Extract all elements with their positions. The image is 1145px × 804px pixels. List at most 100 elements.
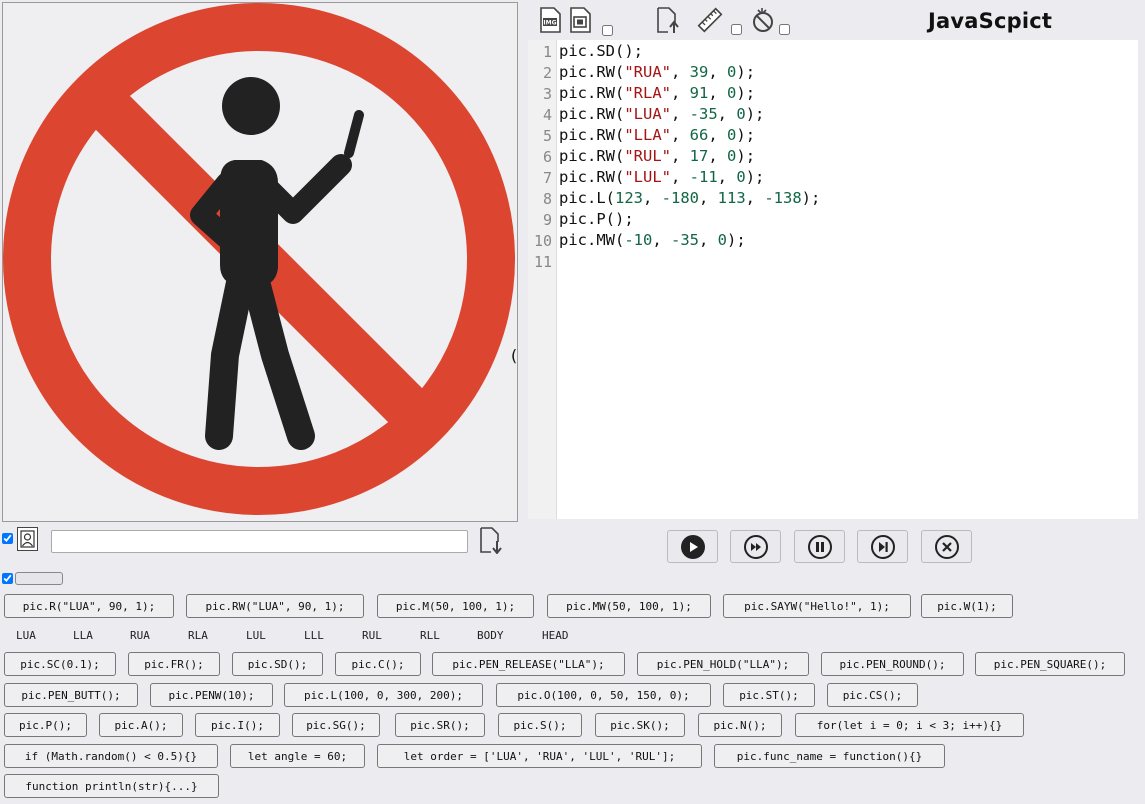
no-touch-checkbox[interactable] [779, 24, 790, 35]
snippet-button[interactable]: pic.N(); [698, 713, 782, 737]
code-token: , [708, 63, 728, 81]
code-line[interactable]: pic.RW("RUA", 39, 0); [559, 63, 755, 81]
line-number: 10 [533, 232, 552, 250]
ruler-checkbox[interactable] [731, 24, 742, 35]
code-number: 0 [736, 105, 746, 123]
file-download-icon[interactable] [478, 526, 504, 555]
play-button[interactable] [667, 530, 718, 563]
snippet-button[interactable]: pic.CS(); [827, 683, 918, 707]
line-number: 2 [542, 64, 552, 82]
snippet-button[interactable]: pic.MW(50, 100, 1); [547, 594, 711, 618]
code-token: pic.L( [559, 189, 615, 207]
code-line[interactable]: pic.RW("LLA", 66, 0); [559, 126, 755, 144]
code-string: "RUL" [624, 147, 671, 165]
film-file-icon[interactable] [566, 6, 594, 34]
code-line[interactable]: pic.MW(-10, -35, 0); [559, 231, 746, 249]
snippet-button[interactable]: pic.SAYW("Hello!", 1); [723, 594, 911, 618]
code-number: 66 [689, 126, 709, 144]
code-number: 113 [717, 189, 746, 207]
portrait-icon[interactable] [17, 527, 38, 551]
pause-icon [807, 534, 832, 559]
snippet-button[interactable]: pic.PENW(10); [150, 683, 273, 707]
small-toggle-button[interactable] [15, 572, 63, 585]
part-label-rll[interactable]: RLL [420, 629, 440, 642]
snippet-button[interactable]: pic.L(100, 0, 300, 200); [284, 683, 483, 707]
snippet-button[interactable]: let order = ['LUA', 'RUA', 'LUL', 'RUL']… [377, 744, 702, 768]
snippet-button[interactable]: pic.W(1); [921, 594, 1013, 618]
snippet-button[interactable]: pic.M(50, 100, 1); [377, 594, 534, 618]
part-label-rla[interactable]: RLA [188, 629, 208, 642]
snippet-button[interactable]: pic.FR(); [128, 652, 220, 676]
code-line[interactable]: pic.SD(); [559, 42, 643, 60]
part-label-lua[interactable]: LUA [16, 629, 36, 642]
code-token: ); [736, 126, 756, 144]
second-checkbox[interactable] [2, 573, 13, 584]
code-token: pic.P(); [559, 210, 634, 228]
file-upload-icon[interactable] [654, 6, 682, 34]
part-label-lll[interactable]: LLL [304, 629, 324, 642]
code-number: 0 [717, 231, 728, 249]
snippet-button[interactable]: pic.S(); [498, 713, 582, 737]
snippet-button[interactable]: pic.P(); [4, 713, 87, 737]
snippet-button[interactable]: for(let i = 0; i < 3; i++){} [795, 713, 1024, 737]
drawing-canvas[interactable] [2, 2, 518, 522]
part-label-lla[interactable]: LLA [73, 629, 93, 642]
snippet-button[interactable]: pic.SG(); [292, 713, 380, 737]
part-label-rua[interactable]: RUA [130, 629, 150, 642]
snippet-button[interactable]: pic.PEN_ROUND(); [821, 652, 964, 676]
part-label-body[interactable]: BODY [477, 629, 504, 642]
snippet-button[interactable]: pic.I(); [195, 713, 280, 737]
code-line[interactable]: pic.P(); [559, 210, 634, 228]
code-line[interactable]: pic.RW("LUL", -11, 0); [559, 168, 764, 186]
stop-button[interactable] [921, 530, 972, 563]
snippet-button[interactable]: pic.C(); [335, 652, 421, 676]
snippet-button[interactable]: pic.SC(0.1); [4, 652, 116, 676]
film-checkbox[interactable] [602, 25, 613, 36]
code-token: , [717, 168, 737, 186]
snippet-button[interactable]: if (Math.random() < 0.5){} [4, 744, 218, 768]
snippet-button[interactable]: pic.PEN_RELEASE("LLA"); [432, 652, 625, 676]
snippet-button[interactable]: pic.A(); [99, 713, 183, 737]
snippet-button[interactable]: pic.ST(); [723, 683, 815, 707]
part-label-head[interactable]: HEAD [542, 629, 569, 642]
line-number: 1 [542, 43, 552, 61]
code-token: , [699, 189, 718, 207]
snippet-button[interactable]: pic.SK(); [595, 713, 685, 737]
snippet-button[interactable]: pic.PEN_SQUARE(); [975, 652, 1125, 676]
text-input[interactable] [51, 530, 468, 553]
show-checkbox[interactable] [2, 533, 13, 544]
code-line[interactable]: pic.L(123, -180, 113, -138); [559, 189, 820, 207]
snippet-button[interactable]: pic.R("LUA", 90, 1); [4, 594, 174, 618]
code-string: "LLA" [624, 126, 671, 144]
snippet-button[interactable]: pic.O(100, 0, 50, 150, 0); [496, 683, 711, 707]
pause-button[interactable] [794, 530, 845, 563]
snippet-button[interactable]: pic.PEN_BUTT(); [4, 683, 138, 707]
line-number: 3 [542, 85, 552, 103]
code-editor[interactable]: 1 2 3 4 5 6 7 8 9 10 11 pic.SD(); pic.RW("RUA", 39,… [528, 40, 1138, 519]
snippet-button[interactable]: let angle = 60; [230, 744, 365, 768]
code-token: , [708, 147, 728, 165]
part-label-lul[interactable]: LUL [246, 629, 266, 642]
code-line[interactable]: pic.RW("RLA", 91, 0); [559, 84, 755, 102]
snippet-button[interactable]: pic.func_name = function(){} [714, 744, 945, 768]
part-label-rul[interactable]: RUL [362, 629, 382, 642]
code-line[interactable]: pic.RW("RUL", 17, 0); [559, 147, 755, 165]
line-number: 11 [533, 253, 552, 271]
code-token: pic.MW( [559, 231, 625, 249]
img-file-icon[interactable]: IMG [536, 6, 564, 34]
step-forward-button[interactable] [857, 530, 908, 563]
code-token: pic.RW( [559, 147, 625, 165]
snippet-button[interactable]: pic.PEN_HOLD("LLA"); [637, 652, 809, 676]
code-number: -10 [624, 231, 653, 249]
fast-forward-button[interactable] [730, 530, 781, 563]
line-number: 4 [542, 106, 552, 124]
snippet-button[interactable]: pic.SR(); [395, 713, 485, 737]
snippet-button[interactable]: pic.RW("LUA", 90, 1); [186, 594, 364, 618]
ruler-icon[interactable] [696, 6, 724, 34]
code-token: , [708, 84, 728, 102]
snippet-button[interactable]: function println(str){...} [4, 774, 219, 798]
code-line[interactable]: pic.RW("LUA", -35, 0); [559, 105, 764, 123]
no-touch-icon[interactable] [750, 6, 778, 34]
code-token: ); [745, 105, 765, 123]
snippet-button[interactable]: pic.SD(); [232, 652, 323, 676]
